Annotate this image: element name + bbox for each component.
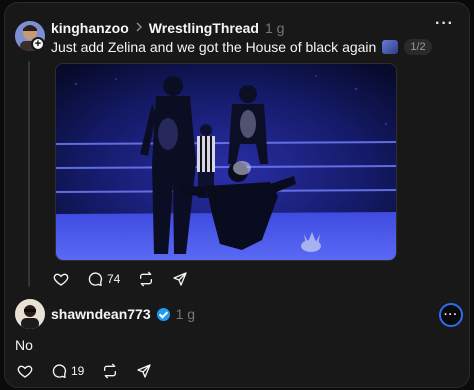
follow-plus-icon[interactable]: + [31, 37, 45, 51]
repost-button[interactable] [138, 271, 154, 287]
post1-username[interactable]: kinghanzoo [51, 20, 129, 36]
ai-ring-icon[interactable]: ··· [439, 303, 463, 327]
post2-reply-count: 19 [71, 364, 85, 378]
heart-icon [17, 365, 33, 378]
post2-text-row: No [15, 337, 33, 353]
comment-icon [88, 272, 103, 286]
thread-connector-line [28, 61, 30, 287]
share-icon [137, 364, 152, 378]
wrestling-ring-image [56, 64, 396, 260]
post2-header: shawndean773 1 g [51, 306, 195, 322]
post1-time: 1 g [264, 20, 285, 36]
repost-button[interactable] [102, 363, 118, 379]
post1-reply-count: 74 [107, 272, 121, 286]
share-button[interactable] [172, 271, 188, 287]
chevron-right-icon [135, 21, 143, 35]
more-icon[interactable]: ··· [435, 15, 454, 33]
reply-button[interactable]: 19 [51, 363, 84, 379]
post2-username[interactable]: shawndean773 [51, 306, 151, 322]
repost-icon [104, 363, 117, 379]
share-icon [173, 272, 188, 286]
post1-actions: 74 [53, 271, 188, 287]
like-button[interactable] [53, 271, 69, 287]
verified-icon [156, 307, 170, 321]
like-button[interactable] [17, 363, 33, 379]
post1-community[interactable]: WrestlingThread [149, 20, 259, 36]
share-button[interactable] [136, 363, 152, 379]
post1-header: kinghanzoo WrestlingThread 1 g [51, 20, 284, 36]
heart-icon [53, 273, 69, 286]
emoji-icon [382, 40, 399, 54]
post1-text: Just add Zelina and we got the House of … [51, 39, 377, 55]
post2-time: 1 g [175, 306, 196, 322]
avatar-shawndean773[interactable] [15, 299, 45, 329]
post1-page-indicator: 1/2 [404, 39, 432, 55]
post1-media-image[interactable] [55, 63, 397, 261]
reply-button[interactable]: 74 [87, 271, 120, 287]
thread-panel: + kinghanzoo WrestlingThread 1 g ··· Jus… [4, 2, 470, 388]
comment-icon [52, 364, 67, 378]
post2-text: No [15, 337, 33, 353]
post1-text-row: Just add Zelina and we got the House of … [51, 39, 432, 55]
repost-icon [140, 271, 153, 287]
post2-actions: 19 [17, 363, 152, 379]
